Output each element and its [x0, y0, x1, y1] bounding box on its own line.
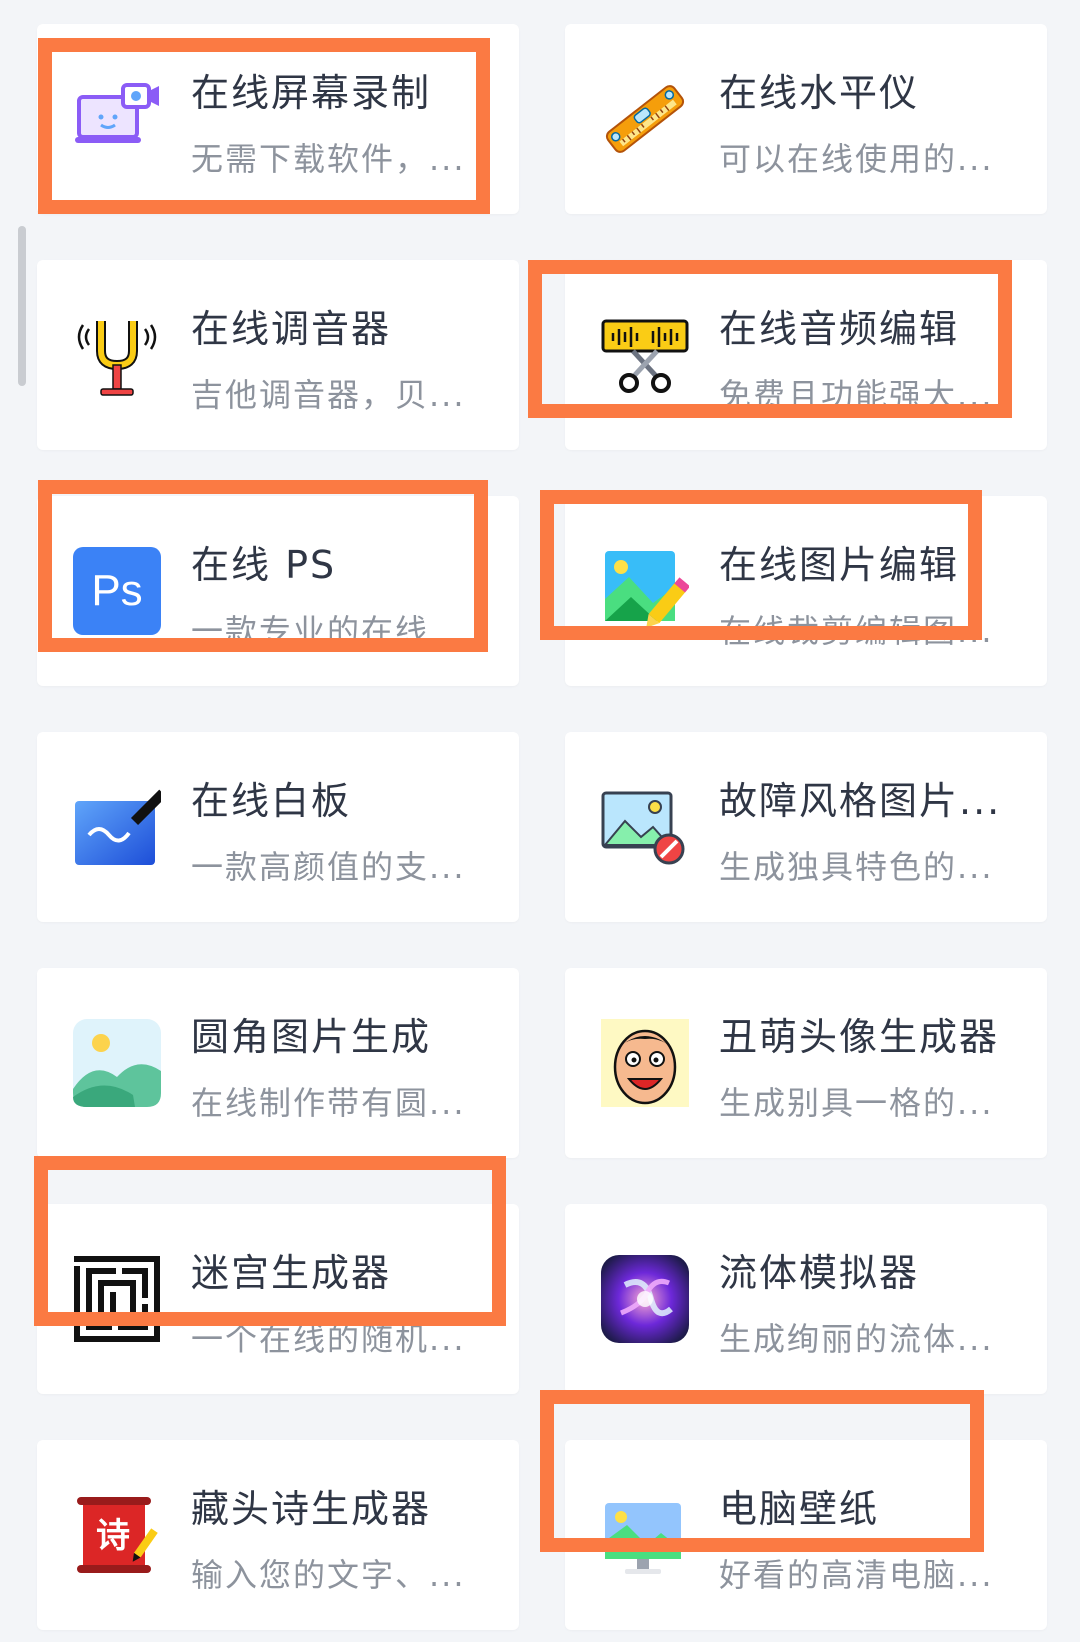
tool-title: 在线屏幕录制 — [191, 71, 432, 115]
tool-title: 电脑壁纸 — [719, 1487, 880, 1531]
tool-card-photoshop[interactable]: Ps 在线 PS 一款专业的在线... — [37, 496, 519, 686]
tool-title: 在线白板 — [191, 779, 352, 823]
tool-card-wallpaper[interactable]: 电脑壁纸 好看的高清电脑... — [565, 1440, 1047, 1630]
poem-icon: 诗 — [73, 1491, 161, 1579]
tool-desc: 在线制作带有圆... — [191, 1084, 466, 1122]
tool-card-image-editor[interactable]: 在线图片编辑 在线裁剪编辑图... — [565, 496, 1047, 686]
poem-icon-char: 诗 — [96, 1516, 130, 1556]
spirit-level-icon — [601, 75, 689, 163]
tool-desc: 免费且功能强大... — [719, 376, 994, 414]
audio-cut-icon — [601, 311, 689, 399]
tool-card-rounded-image[interactable]: 圆角图片生成 在线制作带有圆... — [37, 968, 519, 1158]
tool-title: 在线音频编辑 — [719, 307, 960, 351]
fluid-icon — [601, 1255, 689, 1343]
tool-card-fluid[interactable]: 流体模拟器 生成绚丽的流体... — [565, 1204, 1047, 1394]
tool-desc: 在线裁剪编辑图... — [719, 612, 994, 650]
tool-desc: 无需下载软件，... — [191, 140, 466, 178]
tool-desc: 一款高颜值的支... — [191, 848, 466, 886]
tool-card-glitch-image[interactable]: 故障风格图片... 生成独具特色的... — [565, 732, 1047, 922]
whiteboard-icon — [73, 783, 161, 871]
screen-recorder-icon — [73, 75, 161, 163]
tool-desc: 吉他调音器，贝... — [191, 376, 466, 414]
glitch-image-icon — [601, 783, 689, 871]
tool-card-spirit-level[interactable]: 在线水平仪 可以在线使用的... — [565, 24, 1047, 214]
tool-desc: 生成绚丽的流体... — [719, 1320, 994, 1358]
tool-title: 藏头诗生成器 — [191, 1487, 432, 1531]
tool-title: 在线调音器 — [191, 307, 392, 351]
scrollbar[interactable] — [18, 226, 26, 386]
ps-icon-text: Ps — [91, 566, 142, 615]
tool-desc: 好看的高清电脑... — [719, 1556, 994, 1594]
tool-card-tuner[interactable]: 在线调音器 吉他调音器，贝... — [37, 260, 519, 450]
tool-title: 在线水平仪 — [719, 71, 920, 115]
maze-icon — [73, 1255, 161, 1343]
tool-desc: 输入您的文字、... — [191, 1556, 466, 1594]
tool-card-screen-recorder[interactable]: 在线屏幕录制 无需下载软件，... — [37, 24, 519, 214]
image-edit-icon — [601, 547, 689, 635]
tool-desc: 生成别具一格的... — [719, 1084, 994, 1122]
rounded-image-icon — [73, 1019, 161, 1107]
tool-title: 圆角图片生成 — [191, 1015, 432, 1059]
tool-title: 在线 PS — [191, 543, 337, 587]
tool-card-whiteboard[interactable]: 在线白板 一款高颜值的支... — [37, 732, 519, 922]
tool-title: 故障风格图片... — [719, 779, 1002, 823]
tool-card-maze[interactable]: 迷宫生成器 一个在线的随机... — [37, 1204, 519, 1394]
tool-title: 迷宫生成器 — [191, 1251, 392, 1295]
tool-desc: 可以在线使用的... — [719, 140, 994, 178]
tool-desc: 生成独具特色的... — [719, 848, 994, 886]
tool-card-audio-editor[interactable]: 在线音频编辑 免费且功能强大... — [565, 260, 1047, 450]
wallpaper-icon — [601, 1491, 689, 1579]
tool-title: 在线图片编辑 — [719, 543, 960, 587]
tool-card-poem[interactable]: 诗 藏头诗生成器 输入您的文字、... — [37, 1440, 519, 1630]
tuning-fork-icon — [73, 311, 161, 399]
tool-title: 流体模拟器 — [719, 1251, 920, 1295]
tool-desc: 一款专业的在线... — [191, 612, 466, 650]
tool-grid: 在线屏幕录制 无需下载软件，... 在线水平仪 可以在线使用的... 在线调音器… — [37, 24, 1047, 1630]
tool-desc: 一个在线的随机... — [191, 1320, 466, 1358]
tool-card-ugly-avatar[interactable]: 丑萌头像生成器 生成别具一格的... — [565, 968, 1047, 1158]
ugly-avatar-icon — [601, 1019, 689, 1107]
photoshop-icon: Ps — [73, 547, 161, 635]
tool-title: 丑萌头像生成器 — [719, 1015, 1000, 1059]
